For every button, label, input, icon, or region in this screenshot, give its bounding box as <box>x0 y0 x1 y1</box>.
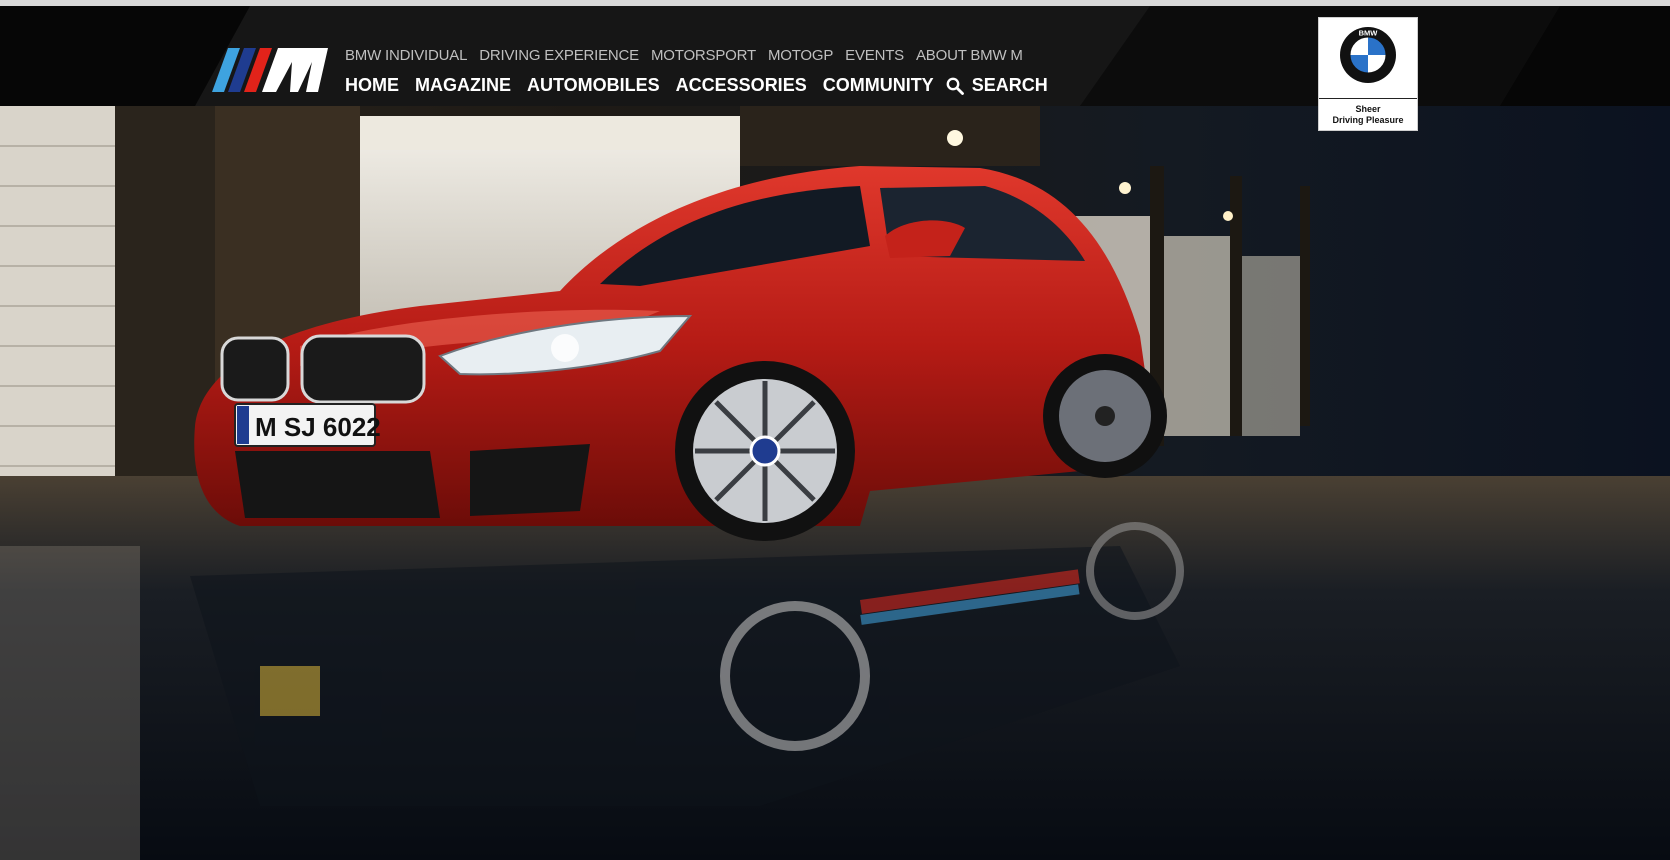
nav-driving-experience[interactable]: DRIVING EXPERIENCE <box>479 47 639 64</box>
nav-motorsport[interactable]: MOTORSPORT <box>651 47 756 64</box>
bmw-roundel-icon: BMW <box>1340 27 1396 83</box>
badge-tagline: Sheer Driving Pleasure <box>1332 104 1404 125</box>
hero-image: M SJ 6022 <box>0 106 1670 860</box>
search-button[interactable]: SEARCH <box>946 75 1048 96</box>
secondary-nav: BMW INDIVIDUAL DRIVING EXPERIENCE MOTORS… <box>345 47 1023 64</box>
site-header: BMW INDIVIDUAL DRIVING EXPERIENCE MOTORS… <box>0 6 1670 106</box>
nav-home[interactable]: HOME <box>345 75 399 96</box>
bmw-brand-badge[interactable]: BMW Sheer Driving Pleasure <box>1318 17 1418 131</box>
nav-events[interactable]: EVENTS <box>845 47 904 64</box>
nav-community[interactable]: COMMUNITY <box>823 75 934 96</box>
search-icon <box>946 77 964 95</box>
bmw-letters: BMW <box>1359 29 1379 38</box>
bmw-m-logo[interactable] <box>210 48 328 92</box>
badge-divider <box>1319 98 1417 99</box>
search-label: SEARCH <box>971 75 1048 95</box>
nav-bmw-individual[interactable]: BMW INDIVIDUAL <box>345 47 467 64</box>
nav-accessories[interactable]: ACCESSORIES <box>676 75 807 96</box>
nav-about-bmw-m[interactable]: ABOUT BMW M <box>916 47 1023 64</box>
nav-magazine[interactable]: MAGAZINE <box>415 75 511 96</box>
license-plate: M SJ 6022 <box>255 412 381 442</box>
primary-nav: HOME MAGAZINE AUTOMOBILES ACCESSORIES CO… <box>345 75 1048 96</box>
nav-automobiles[interactable]: AUTOMOBILES <box>527 75 660 96</box>
hero-illustration: M SJ 6022 <box>0 106 1670 860</box>
nav-motogp[interactable]: MOTOGP <box>768 47 833 64</box>
